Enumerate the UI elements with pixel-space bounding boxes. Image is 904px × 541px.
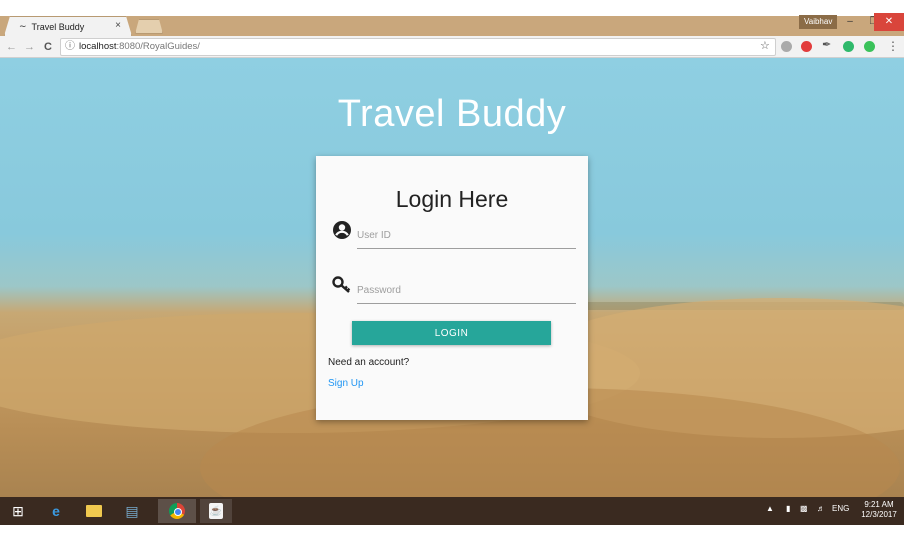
- adblock-extension-icon[interactable]: [801, 41, 812, 52]
- eyedropper-extension-icon[interactable]: ✒: [822, 38, 833, 51]
- user-id-input[interactable]: [357, 223, 576, 249]
- chrome-menu-icon[interactable]: ⋮: [887, 39, 899, 53]
- tab-close-icon[interactable]: ×: [115, 20, 121, 31]
- back-arrow-icon[interactable]: ←: [6, 39, 17, 55]
- grammarly-extension-icon[interactable]: [843, 41, 854, 52]
- clock-date: 12/3/2017: [861, 510, 897, 519]
- minimize-button[interactable]: –: [838, 13, 862, 31]
- url-path: :8080/RoyalGuides/: [116, 41, 200, 52]
- info-icon[interactable]: ⓘ: [65, 39, 75, 55]
- wave-icon: ∼: [19, 21, 27, 31]
- chrome-taskbar-icon[interactable]: [158, 499, 196, 523]
- page-background: Travel Buddy Login Here LOGIN Need an ac…: [0, 58, 904, 497]
- url-host: localhost: [79, 41, 117, 52]
- system-clock[interactable]: 9:21 AM 12/3/2017: [856, 500, 902, 520]
- address-bar[interactable]: ⓘ localhost:8080/RoyalGuides/: [60, 38, 776, 56]
- browser-tab[interactable]: ∼ Travel Buddy ×: [4, 16, 132, 36]
- reload-icon[interactable]: C: [44, 39, 52, 55]
- forward-arrow-icon[interactable]: →: [24, 39, 35, 55]
- login-card: Login Here LOGIN Need an account? Sign U…: [316, 156, 588, 420]
- battery-icon[interactable]: ▮: [786, 504, 790, 513]
- bookmark-star-icon[interactable]: ☆: [760, 39, 770, 52]
- user-profile-badge[interactable]: Vaibhav: [799, 15, 838, 29]
- language-indicator[interactable]: ENG: [832, 504, 849, 513]
- close-window-button[interactable]: ✕: [874, 13, 904, 31]
- file-explorer-icon[interactable]: [80, 499, 108, 523]
- volume-icon[interactable]: ♬: [817, 504, 825, 513]
- password-input[interactable]: [357, 278, 576, 304]
- key-icon: [332, 276, 351, 293]
- sign-up-link[interactable]: Sign Up: [328, 378, 364, 389]
- need-account-text: Need an account?: [328, 357, 410, 368]
- internet-explorer-icon[interactable]: e: [42, 499, 70, 523]
- login-button[interactable]: LOGIN: [352, 321, 551, 345]
- new-tab-button[interactable]: [135, 19, 163, 34]
- screen: ∼ Travel Buddy × Vaibhav – ❐ ✕ ← → C ⓘ l…: [0, 0, 904, 541]
- browser-toolbar: ← → C ⓘ localhost:8080/RoyalGuides/ ☆ ✒ …: [0, 36, 904, 58]
- login-title: Login Here: [395, 186, 509, 212]
- windows-taskbar: ⊞ e ▤ ☕ ▲ ▮ ▩ ♬ ENG 9:21 AM 12/3/2017: [0, 497, 904, 525]
- tray-expand-icon[interactable]: ▲: [766, 504, 774, 513]
- green-extension-icon[interactable]: [864, 41, 875, 52]
- windows-start-icon[interactable]: ⊞: [4, 499, 32, 523]
- clock-time: 9:21 AM: [864, 500, 894, 509]
- signal-icon[interactable]: ▩: [800, 504, 808, 513]
- network-computer-icon[interactable]: ▤: [118, 499, 146, 523]
- site-title: Travel Buddy: [337, 93, 567, 135]
- tab-strip: ∼ Travel Buddy × Vaibhav – ❐ ✕: [0, 13, 904, 36]
- java-taskbar-icon[interactable]: ☕: [200, 499, 232, 523]
- extension-shield-icon[interactable]: [781, 41, 792, 52]
- account-circle-icon: [333, 221, 351, 239]
- tab-title: Travel Buddy: [31, 21, 85, 32]
